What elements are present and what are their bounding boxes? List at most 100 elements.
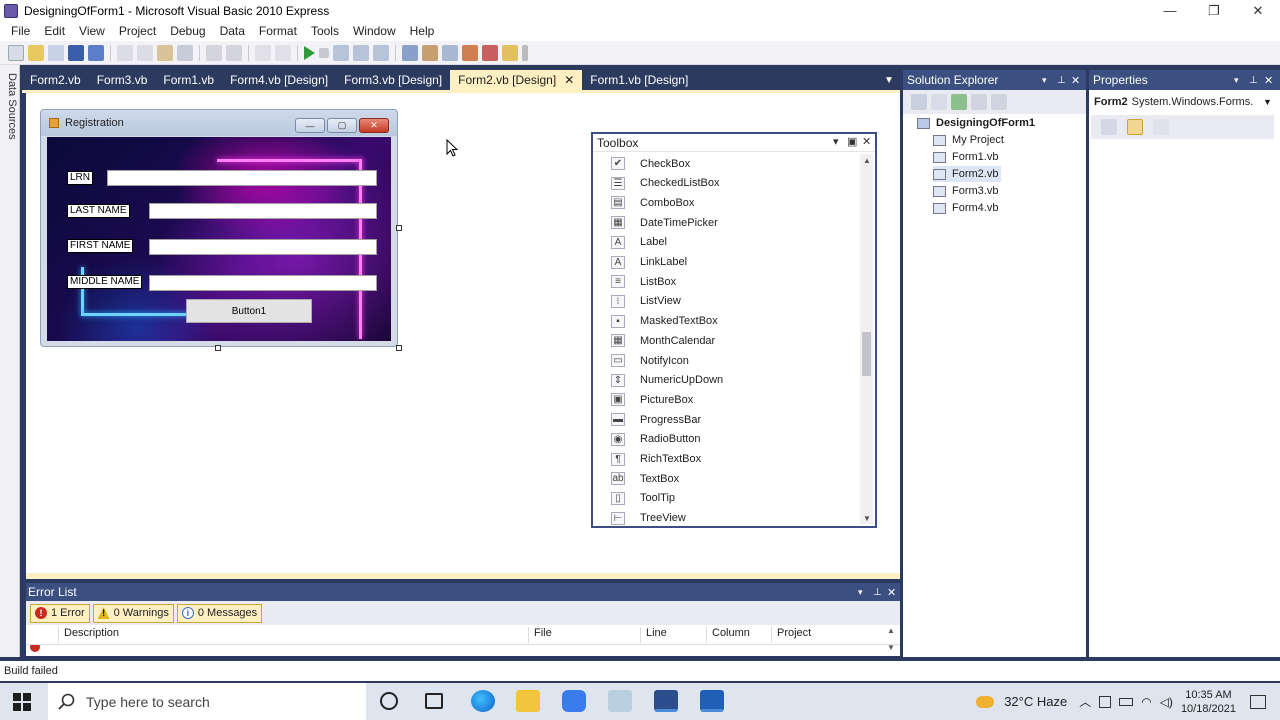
resize-handle-right[interactable] [396,225,402,231]
categorized-icon[interactable] [1101,119,1117,135]
error-row-clipped[interactable]: ▼ [26,645,900,655]
show-all-files-icon[interactable] [911,94,927,110]
resize-handle-bottom[interactable] [215,345,221,351]
start-page-icon[interactable] [502,44,518,61]
save-icon[interactable] [68,44,84,61]
undo-icon[interactable] [255,44,271,61]
toolbox-item-richtextbox[interactable]: ¶ RichTextBox [611,450,701,469]
error-list-close-icon[interactable]: ✕ [887,586,896,599]
properties-close-icon[interactable]: ✕ [1264,74,1273,87]
toolbox-scroll-thumb[interactable] [862,332,871,376]
registration-form-window[interactable]: Registration — ▢ ✕ LRN LAST NAME FIRST N… [40,109,398,347]
copy-icon[interactable] [137,44,153,61]
solution-pin-icon[interactable]: ⊥ [1057,75,1066,86]
windows-start-icon[interactable] [13,693,31,711]
error-list-icon[interactable] [482,44,498,61]
menu-help[interactable]: Help [403,24,442,38]
toolbox-icon[interactable] [462,44,478,61]
tab-form1-vb[interactable]: Form1.vb [155,70,222,90]
properties-icon[interactable] [422,44,438,61]
chevron-down-icon[interactable]: ▼ [1263,97,1272,107]
notifications-icon[interactable] [1250,694,1266,709]
error-list-options-icon[interactable]: ▾ [858,587,863,598]
properties-pin-icon[interactable]: ⊥ [1249,75,1258,86]
file-explorer-icon[interactable] [516,690,540,712]
view-code-icon[interactable] [971,94,987,110]
zoom-icon[interactable] [562,690,586,712]
minimize-button[interactable]: — [1148,0,1192,21]
save-all-icon[interactable] [88,44,104,61]
battery-icon[interactable] [1119,697,1134,706]
errlist-scroll-up-icon[interactable]: ▲ [887,626,895,635]
toolbox-item-label[interactable]: A Label [611,233,667,252]
comment-icon[interactable] [206,44,222,61]
alphabetical-icon[interactable] [1127,119,1143,135]
open-project-icon[interactable] [28,44,44,61]
toolbox-item-checkedlistbox[interactable]: ☰ CheckedListBox [611,174,720,193]
toolbox-maximize-icon[interactable]: ▣ [847,135,857,148]
column-line[interactable]: Line [640,627,667,643]
refresh-icon[interactable] [951,94,967,110]
visual-basic-taskbar-icon[interactable] [654,690,678,712]
solution-root[interactable]: DesigningOfForm1 [917,115,1035,131]
toolbox-item-progressbar[interactable]: ▬ ProgressBar [611,410,701,429]
paste-icon[interactable] [157,44,173,61]
toolbox-item-checkbox[interactable]: ✔ CheckBox [611,154,690,173]
solution-item-form2[interactable]: Form2.vb [933,166,1002,182]
toolbox-item-treeview[interactable]: ⊢ TreeView [611,509,686,528]
cut-icon[interactable] [117,44,133,61]
property-pages-icon[interactable] [1153,119,1169,135]
task-view-icon[interactable] [425,693,443,709]
properties-object-selector[interactable]: Form2 System.Windows.Forms. ▼ [1091,93,1274,111]
toolbox-options-icon[interactable]: ▾ [833,135,839,148]
errors-filter-button[interactable]: ! 1 Error [30,603,90,623]
step-into-icon[interactable] [333,44,349,61]
uncomment-icon[interactable] [226,44,242,61]
tab-form4-design[interactable]: Form4.vb [Design] [222,70,336,90]
cortana-icon[interactable] [380,692,398,710]
scroll-down-icon[interactable]: ▼ [863,514,871,523]
view-designer-icon[interactable] [991,94,1007,110]
button1[interactable]: Button1 [186,299,312,323]
close-button[interactable]: ✕ [1236,0,1280,21]
edge-browser-icon[interactable] [471,690,495,712]
restore-button[interactable]: ❐ [1192,0,1236,21]
toolbox-item-listbox[interactable]: ≡ ListBox [611,272,676,291]
first-name-label[interactable]: FIRST NAME [67,239,134,253]
solution-item-my-project[interactable]: My Project [933,132,1004,148]
toolbox-item-datetimepicker[interactable]: ▦ DateTimePicker [611,213,718,232]
object-browser-icon[interactable] [442,44,458,61]
toolbox-item-textbox[interactable]: ab TextBox [611,469,679,488]
toolbox-item-combobox[interactable]: ▤ ComboBox [611,193,694,212]
clock[interactable]: 10:35 AM 10/18/2021 [1181,688,1236,716]
toolbox-item-picturebox[interactable]: ▣ PictureBox [611,390,693,409]
step-over-icon[interactable] [353,44,369,61]
solution-options-icon[interactable]: ▾ [1042,75,1047,86]
solution-item-form3[interactable]: Form3.vb [933,183,998,199]
menu-file[interactable]: File [4,24,37,38]
middle-name-textbox[interactable] [149,275,377,291]
toolbox-item-radiobutton[interactable]: ◉ RadioButton [611,430,701,449]
column-description[interactable]: Description [58,627,119,643]
toolbox-item-monthcalendar[interactable]: ▦ MonthCalendar [611,331,715,350]
tab-dropdown-icon[interactable]: ▼ [884,75,894,86]
last-name-textbox[interactable] [149,203,377,219]
toolbox-item-listview[interactable]: ⁝ ListView [611,292,681,311]
add-item-icon[interactable] [48,44,64,61]
errlist-scroll-down-icon[interactable]: ▼ [887,645,895,652]
toolbox-item-tooltip[interactable]: ▯ ToolTip [611,489,675,508]
app-icon[interactable] [608,690,632,712]
tab-form1-design[interactable]: Form1.vb [Design] [582,70,696,90]
find-icon[interactable] [177,44,193,61]
menu-data[interactable]: Data [213,24,252,38]
column-file[interactable]: File [528,627,552,643]
toolbar-overflow-icon[interactable] [522,44,528,61]
meet-now-icon[interactable] [1099,695,1112,708]
menu-view[interactable]: View [72,24,112,38]
tab-form3-design[interactable]: Form3.vb [Design] [336,70,450,90]
data-sources-tab[interactable]: Data Sources [2,73,18,157]
menu-tools[interactable]: Tools [304,24,346,38]
tab-close-icon[interactable]: ✕ [564,70,574,90]
lrn-textbox[interactable] [107,170,377,186]
new-project-icon[interactable] [8,44,24,61]
